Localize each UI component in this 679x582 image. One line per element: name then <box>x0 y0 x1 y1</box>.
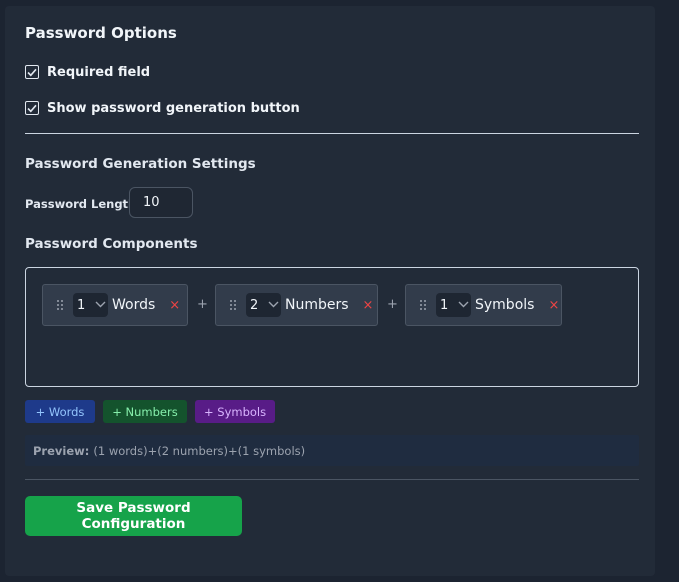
components-dropzone: 1 Words × + 2 Numbers × + 1 Symbols × <box>25 267 639 387</box>
chevron-down-icon <box>268 301 279 308</box>
required-field-label: Required field <box>47 64 151 80</box>
show-generation-checkbox[interactable] <box>25 101 39 115</box>
required-field-row[interactable]: Required field <box>25 63 150 81</box>
drag-handle-icon[interactable] <box>229 299 237 311</box>
component-count-value: 1 <box>440 297 449 313</box>
add-numbers-button[interactable]: + Numbers <box>103 400 187 423</box>
show-generation-label: Show password generation button <box>47 100 300 116</box>
password-options-heading: Password Options <box>25 24 177 42</box>
component-count-value: 1 <box>77 297 86 313</box>
required-field-checkbox[interactable] <box>25 65 39 79</box>
component-chip-symbols[interactable]: 1 Symbols × <box>405 284 562 326</box>
remove-component-icon[interactable]: × <box>363 298 374 313</box>
component-label: Symbols <box>475 297 535 313</box>
component-count-select[interactable]: 2 <box>246 293 281 317</box>
drag-handle-icon[interactable] <box>56 299 64 311</box>
chevron-down-icon <box>458 301 469 308</box>
check-icon <box>27 104 37 112</box>
component-chip-numbers[interactable]: 2 Numbers × <box>215 284 378 326</box>
add-symbols-button[interactable]: + Symbols <box>195 400 275 423</box>
component-chip-words[interactable]: 1 Words × <box>42 284 188 326</box>
add-words-button[interactable]: + Words <box>25 400 95 423</box>
save-configuration-button[interactable]: Save Password Configuration <box>25 496 242 536</box>
plus-separator: + <box>387 297 398 312</box>
footer-divider <box>25 479 639 480</box>
remove-component-icon[interactable]: × <box>548 298 559 313</box>
password-config-panel: Password Options Required field Show pas… <box>5 6 655 576</box>
drag-handle-icon[interactable] <box>419 299 427 311</box>
plus-separator: + <box>197 297 208 312</box>
component-count-select[interactable]: 1 <box>73 293 108 317</box>
component-label: Words <box>112 297 156 313</box>
show-generation-row[interactable]: Show password generation button <box>25 99 300 117</box>
preview-value: (1 words)+(2 numbers)+(1 symbols) <box>93 443 306 458</box>
chevron-down-icon <box>95 301 106 308</box>
preview-bar: Preview: (1 words)+(2 numbers)+(1 symbol… <box>25 435 639 466</box>
component-count-value: 2 <box>250 297 259 313</box>
password-length-label: Password Length <box>25 197 137 211</box>
section-divider <box>25 133 639 134</box>
preview-label: Preview: <box>33 443 90 458</box>
check-icon <box>27 68 37 76</box>
component-label: Numbers <box>285 297 349 313</box>
password-length-input[interactable] <box>129 187 193 218</box>
remove-component-icon[interactable]: × <box>169 298 180 313</box>
component-count-select[interactable]: 1 <box>436 293 471 317</box>
generation-settings-heading: Password Generation Settings <box>25 156 256 172</box>
password-components-heading: Password Components <box>25 236 198 252</box>
